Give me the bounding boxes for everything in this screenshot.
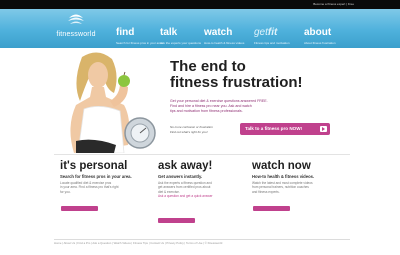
nav-getfit[interactable]: getfit Fitness tips and motivation xyxy=(254,28,290,50)
hero-headline-line2: fitness frustration! xyxy=(170,74,303,91)
text-line: and fitness experts. xyxy=(252,189,280,194)
nav-talk-sub: Ask the experts your questions xyxy=(160,41,202,45)
nav-find-sub: Search for fitness pros in your area xyxy=(116,41,163,45)
feature-personal: it's personal Search for fitness pros in… xyxy=(60,160,150,211)
site-header: fitnessworld find Search for fitness pro… xyxy=(0,9,400,48)
site-footer: Home | About Us | Find a Pro | Ask a Que… xyxy=(54,239,350,247)
nav-about-sub: About fitness frustration xyxy=(304,41,336,45)
nav-talk[interactable]: talk Ask the experts your questions xyxy=(160,28,201,50)
feature-watch-subheading: How-to health & fitness videos. xyxy=(252,174,315,179)
main-nav: find Search for fitness pros in your are… xyxy=(116,28,352,50)
feature-ask-button[interactable] xyxy=(158,218,195,223)
nav-about[interactable]: about About fitness frustration xyxy=(304,28,336,50)
brand-name: fitnessworld xyxy=(56,31,96,38)
utility-link[interactable]: Become a fitness expert | Free xyxy=(313,2,354,6)
hero-note-line1: No more confusion or frustration xyxy=(170,125,213,129)
cta-label: Talk to a fitness pro NOW! xyxy=(245,126,303,131)
feature-ask-text: Ask the experts a fitness question and g… xyxy=(158,181,248,199)
footer-links[interactable]: Home | About Us | Find a Pro | Ask a Que… xyxy=(54,241,222,245)
hero-photo xyxy=(54,49,162,153)
feature-personal-subheading: Search for fitness pros in your area. xyxy=(60,174,132,179)
nav-watch-sub: How-to health & fitness videos xyxy=(204,41,245,45)
feature-personal-button[interactable] xyxy=(61,206,98,211)
site-logo[interactable]: fitnessworld xyxy=(46,12,106,48)
feature-watch-heading: watch now xyxy=(252,160,311,172)
nav-find[interactable]: find Search for fitness pros in your are… xyxy=(116,28,163,50)
feature-watch: watch now How-to health & fitness videos… xyxy=(252,160,342,211)
feature-ask: ask away! Get answers instantly. Ask the… xyxy=(158,160,248,223)
hero-headline-line1: The end to xyxy=(170,58,246,75)
nav-getfit-prefix: get xyxy=(254,27,268,38)
logo-icon xyxy=(68,14,84,24)
nav-watch[interactable]: watch How-to health & fitness videos xyxy=(204,28,244,50)
text-line: for you. xyxy=(60,189,71,194)
nav-find-title: find xyxy=(116,27,135,38)
hero-headline: The end to fitness frustration! xyxy=(170,59,303,91)
section-divider xyxy=(54,154,350,155)
nav-getfit-sub: Fitness tips and motivation xyxy=(254,41,290,45)
nav-about-title: about xyxy=(304,27,332,38)
hero-note: No more confusion or frustration Find ou… xyxy=(170,125,213,134)
feature-personal-heading: it's personal xyxy=(60,160,128,172)
nav-getfit-main: fit xyxy=(267,27,278,38)
feature-ask-subheading: Get answers instantly. xyxy=(158,174,203,179)
talk-to-pro-button[interactable]: Talk to a fitness pro NOW! xyxy=(240,123,330,135)
hero-note-line2: Find out what's right for you! xyxy=(170,129,208,134)
nav-watch-title: watch xyxy=(204,27,233,38)
hero-section: The end to fitness frustration! Get your… xyxy=(54,49,350,153)
feature-ask-heading: ask away! xyxy=(158,160,213,172)
nav-getfit-title: getfit xyxy=(254,28,290,38)
feature-watch-text: Watch the latest and most complete video… xyxy=(252,181,342,194)
top-utility-bar: Become a fitness expert | Free xyxy=(0,0,400,9)
hero-description: Get your personal diet & exercise questi… xyxy=(170,99,340,114)
arrow-right-icon xyxy=(320,126,327,132)
feature-personal-text: Locate qualified diet & exercise pros in… xyxy=(60,181,150,194)
nav-talk-title: talk xyxy=(160,27,178,38)
ask-question-link[interactable]: Ask a question and get a quick answer xyxy=(158,194,248,198)
hero-desc-line3: tips and motivation from fitness profess… xyxy=(170,109,243,113)
feature-watch-button[interactable] xyxy=(253,206,290,211)
